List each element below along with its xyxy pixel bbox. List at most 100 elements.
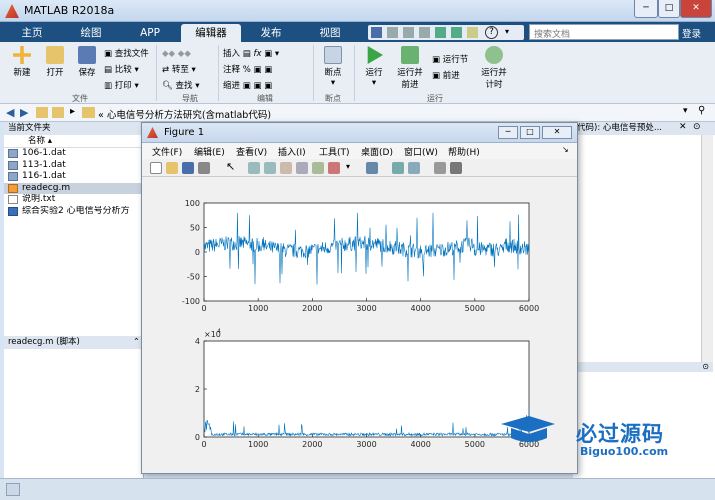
comment-button[interactable]: 注释 % ▣ ▣ xyxy=(223,62,279,78)
print-button[interactable]: ▥ 打印 ▾ xyxy=(104,78,149,94)
link-plot-icon[interactable] xyxy=(366,162,378,174)
chevron-down-icon[interactable]: ▾ xyxy=(505,27,509,36)
details-header[interactable]: readecg.m (脚本) ⌃ xyxy=(4,336,144,349)
file-item[interactable]: 综合实验2 心电信号分析方 xyxy=(4,206,143,218)
advance-label: 前进 xyxy=(442,71,460,81)
search-docs-input[interactable]: 搜索文档 xyxy=(529,24,679,40)
title-bar: MATLAB R2018a ─ □ ✕ xyxy=(0,0,715,22)
up-folder-icon[interactable] xyxy=(36,107,48,118)
find-button[interactable]: 🔍︎ 查找 ▾ xyxy=(162,78,199,94)
open-button[interactable]: 打开 xyxy=(40,46,70,78)
menu-window[interactable]: 窗口(W) xyxy=(404,145,438,158)
advance-button[interactable]: ▣ 前进 xyxy=(432,68,468,84)
nav-group: ◆◆ ◆◆ ⇄ 转至 ▾ 🔍︎ 查找 ▾ xyxy=(162,46,199,94)
x-tick-label: 0 xyxy=(201,440,206,449)
editor-close-icon[interactable]: ✕ xyxy=(679,122,687,132)
figure-maximize-button[interactable]: □ xyxy=(520,126,540,139)
data-cursor-icon[interactable] xyxy=(312,162,324,174)
column-header-name[interactable]: 名称 ▴ xyxy=(4,135,143,148)
menu-help[interactable]: 帮助(H) xyxy=(448,145,480,158)
pointer-icon[interactable]: ↖ xyxy=(226,160,238,173)
zoom-out-icon[interactable] xyxy=(264,162,276,174)
hide-plot-tools-icon[interactable] xyxy=(434,162,446,174)
tab-publish[interactable]: 发布 xyxy=(243,24,299,42)
run-advance-button[interactable]: 运行并 前进 xyxy=(394,46,426,90)
menu-file[interactable]: 文件(F) xyxy=(152,145,182,158)
compare-button[interactable]: ▤ 比较 ▾ xyxy=(104,62,149,78)
current-path[interactable]: « 心电信号分析方法研究(含matlab代码) xyxy=(98,107,271,121)
command-window-menu-icon[interactable]: ⊙ xyxy=(702,362,709,371)
maximize-button[interactable]: □ xyxy=(658,0,680,18)
close-button[interactable]: ✕ xyxy=(680,0,712,18)
save-button[interactable]: 保存 xyxy=(72,46,102,78)
undo-icon[interactable] xyxy=(435,27,446,38)
insert-button[interactable]: 插入 ▤ fx ▣ ▾ xyxy=(223,46,279,62)
file-item-selected[interactable]: readecg.m xyxy=(4,182,143,194)
save-figure-icon[interactable] xyxy=(182,162,194,174)
open-file-icon[interactable] xyxy=(166,162,178,174)
menu-desktop[interactable]: 桌面(D) xyxy=(361,145,393,158)
edit-section-label: 编辑 xyxy=(257,94,273,103)
zoom-in-icon[interactable] xyxy=(248,162,260,174)
x-tick-label: 6000 xyxy=(519,304,539,313)
tab-editor[interactable]: 编辑器 xyxy=(181,24,241,42)
figure-close-button[interactable]: ✕ xyxy=(542,126,572,139)
forward-arrow-icon[interactable]: ▶ xyxy=(20,106,28,119)
divider xyxy=(156,45,157,101)
save-quick-icon[interactable] xyxy=(371,27,382,38)
vertical-scrollbar[interactable] xyxy=(701,135,713,365)
axes-1[interactable]: 0 1000 2000 3000 4000 5000 6000 100 50 0 -50 -100 xyxy=(182,199,539,313)
axes-2[interactable]: 0 1000 2000 3000 4000 5000 6000420×104 xyxy=(195,328,539,449)
tab-home[interactable]: 主页 xyxy=(6,24,58,42)
pan-hand-icon[interactable] xyxy=(280,162,292,174)
menu-tools[interactable]: 工具(T) xyxy=(319,145,350,158)
run-button[interactable]: 运行 ▾ xyxy=(360,46,388,88)
print-figure-icon[interactable] xyxy=(198,162,210,174)
help-icon[interactable]: ? xyxy=(485,26,498,39)
breakpoint-icon xyxy=(324,46,342,64)
figure-minimize-button[interactable]: ─ xyxy=(498,126,518,139)
brush-icon[interactable] xyxy=(328,162,340,174)
dock-arrow-icon[interactable]: ↘ xyxy=(562,145,569,154)
tab-view[interactable]: 视图 xyxy=(302,24,358,42)
menu-edit[interactable]: 编辑(E) xyxy=(194,145,225,158)
x-tick-label: 3000 xyxy=(356,304,376,313)
find-files-button[interactable]: ▣ 查找文件 xyxy=(104,46,149,62)
menu-view[interactable]: 查看(V) xyxy=(236,145,267,158)
tab-apps[interactable]: APP xyxy=(122,24,178,42)
back-arrow-icon[interactable]: ◀ xyxy=(6,106,14,119)
menu-insert[interactable]: 插入(I) xyxy=(278,145,306,158)
file-item[interactable]: 说明.txt xyxy=(4,194,143,206)
run-and-time-button[interactable]: 运行并 计时 xyxy=(478,46,510,90)
insert-legend-icon[interactable] xyxy=(408,162,420,174)
file-item[interactable]: 116-1.dat xyxy=(4,171,143,183)
file-item[interactable]: 106-1.dat xyxy=(4,148,143,160)
new-button[interactable]: 新建 xyxy=(6,46,38,78)
breakpoints-button[interactable]: 断点 ▾ xyxy=(318,46,348,88)
editor-menu-icon[interactable]: ⊙ xyxy=(693,122,701,132)
quick-access-toolbar: ? ▾ xyxy=(368,25,524,40)
cut-icon[interactable] xyxy=(387,27,398,38)
file-section-label: 文件 xyxy=(72,94,88,103)
goto-button[interactable]: ⇄ 转至 ▾ xyxy=(162,62,199,78)
switch-window-icon[interactable] xyxy=(467,27,478,38)
path-search-icon[interactable]: ⚲ xyxy=(698,105,705,116)
tab-plots[interactable]: 绘图 xyxy=(62,24,120,42)
redo-icon[interactable] xyxy=(451,27,462,38)
login-link[interactable]: 登录 xyxy=(682,26,701,40)
matlab-logo-icon xyxy=(147,127,158,138)
indent-button[interactable]: 缩进 ▣ ▣ ▣ xyxy=(223,78,279,94)
file-item[interactable]: 113-1.dat xyxy=(4,160,143,172)
browse-folder-icon[interactable] xyxy=(52,107,64,118)
rotate-3d-icon[interactable] xyxy=(296,162,308,174)
brush-dropdown-icon[interactable]: ▾ xyxy=(346,162,358,174)
status-icon[interactable] xyxy=(6,483,20,496)
paste-icon[interactable] xyxy=(419,27,430,38)
show-plot-tools-icon[interactable] xyxy=(450,162,462,174)
copy-icon[interactable] xyxy=(403,27,414,38)
path-dropdown-icon[interactable]: ▾ xyxy=(683,106,688,116)
run-section-button[interactable]: ▣ 运行节 xyxy=(432,52,468,68)
insert-colorbar-icon[interactable] xyxy=(392,162,404,174)
new-figure-icon[interactable] xyxy=(150,162,162,174)
minimize-button[interactable]: ─ xyxy=(634,0,658,18)
